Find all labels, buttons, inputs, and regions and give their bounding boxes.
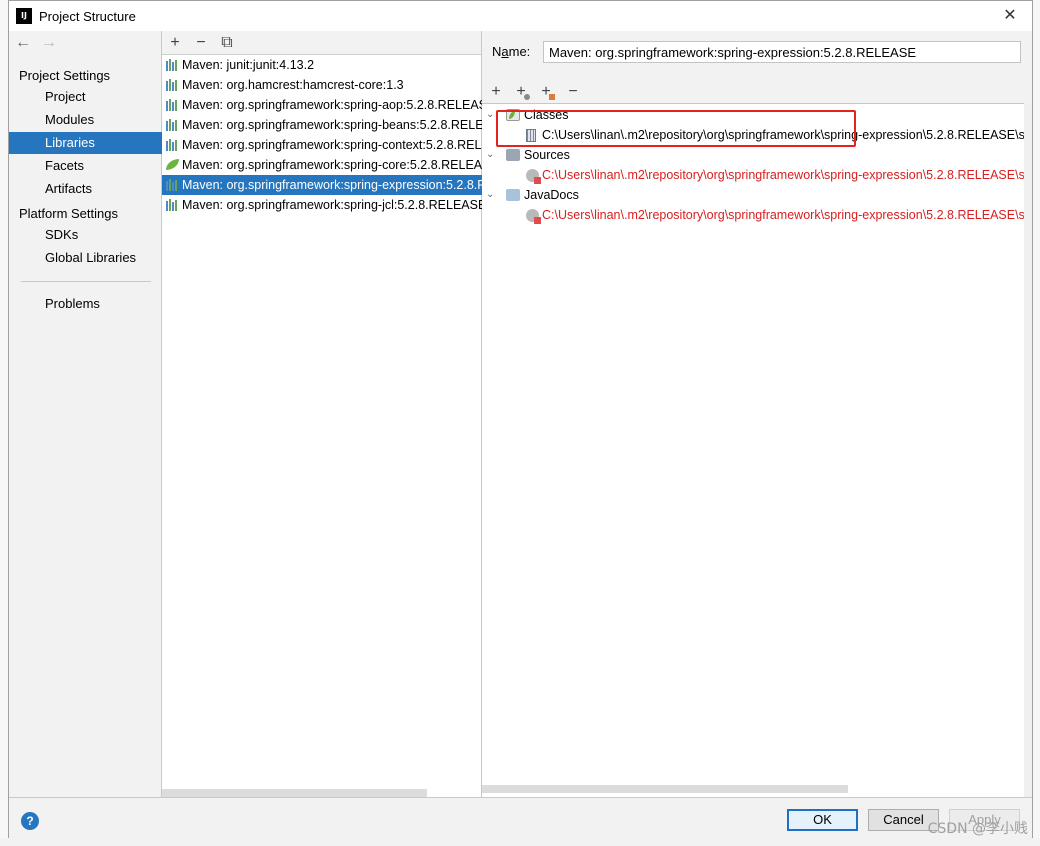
watermark: CSDN @李小贱 — [927, 821, 1028, 837]
intellij-app-icon: IJ — [16, 8, 32, 24]
spring-leaf-icon — [166, 159, 179, 170]
library-item[interactable]: Maven: org.springframework:spring-core:5… — [162, 155, 482, 175]
nav-item-sdks[interactable]: SDKs — [9, 224, 162, 246]
annotation-highlight-box — [496, 110, 856, 147]
library-icon — [166, 179, 179, 191]
title-bar: IJ Project Structure ✕ — [9, 1, 1032, 31]
nav-item-project[interactable]: Project — [9, 86, 162, 108]
forward-arrow-icon[interactable]: → — [41, 34, 67, 52]
library-icon — [166, 99, 179, 111]
nav-item-libraries[interactable]: Libraries — [9, 132, 162, 154]
background-ide-bottom-edge — [0, 838, 1040, 846]
settings-navigation: ← → Project Settings Project Modules Libr… — [9, 31, 162, 797]
nav-item-artifacts[interactable]: Artifacts — [9, 178, 162, 200]
library-item-label: Maven: org.springframework:spring-expres… — [182, 178, 482, 192]
library-item-label: Maven: org.springframework:spring-contex… — [182, 138, 482, 152]
library-item[interactable]: Maven: org.springframework:spring-contex… — [162, 135, 482, 155]
missing-file-icon — [526, 169, 541, 184]
library-item[interactable]: Maven: org.springframework:spring-beans:… — [162, 115, 482, 135]
help-icon[interactable]: ? — [21, 812, 39, 830]
chevron-down-icon[interactable]: ⌄ — [486, 105, 494, 125]
roots-horizontal-scrollbar[interactable] — [482, 785, 848, 793]
library-item-label: Maven: org.springframework:spring-core:5… — [182, 158, 482, 172]
ok-button[interactable]: OK — [787, 809, 858, 831]
nav-divider — [21, 281, 151, 282]
attach-root-icon[interactable]: + — [510, 81, 532, 103]
library-item-label: Maven: junit:junit:4.13.2 — [182, 58, 315, 72]
library-icon — [166, 139, 179, 151]
libraries-list: Maven: junit:junit:4.13.2 Maven: org.ham… — [162, 55, 482, 215]
javadocs-node[interactable]: ⌄ JavaDocs — [482, 185, 1032, 205]
library-item[interactable]: Maven: junit:junit:4.13.2 — [162, 55, 482, 75]
nav-item-modules[interactable]: Modules — [9, 109, 162, 131]
dialog-button-bar: ? OK Cancel Apply — [9, 797, 1032, 839]
library-item-label: Maven: org.springframework:spring-aop:5.… — [182, 98, 482, 112]
library-roots-tree: ⌄ Classes C:\Users\linan\.m2\repository\… — [482, 103, 1032, 797]
background-ide-right-edge — [1032, 0, 1040, 846]
nav-item-problems[interactable]: Problems — [9, 293, 162, 315]
window-title: Project Structure — [39, 9, 136, 24]
nav-history: ← → — [15, 34, 67, 52]
missing-file-icon — [526, 209, 541, 224]
sources-label: Sources — [524, 148, 570, 162]
name-label: Name: — [492, 44, 531, 59]
library-icon — [166, 199, 179, 211]
roots-toolbar: + + + − — [482, 81, 1032, 103]
roots-vertical-scrollbar[interactable] — [1024, 103, 1032, 797]
library-name-input[interactable] — [543, 41, 1021, 63]
copy-library-icon[interactable]: ⧉ — [217, 33, 237, 53]
add-library-icon[interactable]: + — [165, 33, 185, 53]
back-arrow-icon[interactable]: ← — [15, 34, 41, 52]
sources-path: C:\Users\linan\.m2\repository\org\spring… — [542, 168, 1032, 182]
remove-library-icon[interactable]: − — [191, 33, 211, 53]
remove-root-icon[interactable]: − — [562, 81, 584, 103]
library-item-label: Maven: org.springframework:spring-jcl:5.… — [182, 198, 482, 212]
library-icon — [166, 119, 179, 131]
library-icon — [166, 59, 179, 71]
javadocs-path: C:\Users\linan\.m2\repository\org\spring… — [542, 208, 1032, 222]
add-root-icon[interactable]: + — [485, 81, 507, 103]
nav-item-global-libraries[interactable]: Global Libraries — [9, 247, 162, 269]
sources-node[interactable]: ⌄ Sources — [482, 145, 1032, 165]
chevron-down-icon[interactable]: ⌄ — [486, 185, 494, 205]
library-item-label: Maven: org.hamcrest:hamcrest-core:1.3 — [182, 78, 404, 92]
javadocs-label: JavaDocs — [524, 188, 579, 202]
library-item-selected[interactable]: Maven: org.springframework:spring-expres… — [162, 175, 482, 195]
libraries-panel: + − ⧉ Maven: junit:junit:4.13.2 Maven: o… — [162, 31, 482, 797]
add-url-root-icon[interactable]: + — [535, 81, 557, 103]
close-icon[interactable]: ✕ — [998, 4, 1022, 28]
project-settings-header: Project Settings — [19, 68, 111, 83]
javadocs-folder-icon — [506, 189, 520, 201]
libraries-toolbar: + − ⧉ — [162, 31, 481, 55]
library-item[interactable]: Maven: org.springframework:spring-aop:5.… — [162, 95, 482, 115]
library-icon — [166, 79, 179, 91]
sources-folder-icon — [506, 149, 520, 161]
library-item-label: Maven: org.springframework:spring-beans:… — [182, 118, 482, 132]
libraries-horizontal-scrollbar[interactable] — [162, 789, 427, 797]
background-ide-left-edge — [0, 0, 8, 846]
library-item[interactable]: Maven: org.springframework:spring-jcl:5.… — [162, 195, 482, 215]
nav-item-facets[interactable]: Facets — [9, 155, 162, 177]
library-item[interactable]: Maven: org.hamcrest:hamcrest-core:1.3 — [162, 75, 482, 95]
chevron-down-icon[interactable]: ⌄ — [486, 145, 494, 165]
platform-settings-header: Platform Settings — [19, 206, 118, 221]
